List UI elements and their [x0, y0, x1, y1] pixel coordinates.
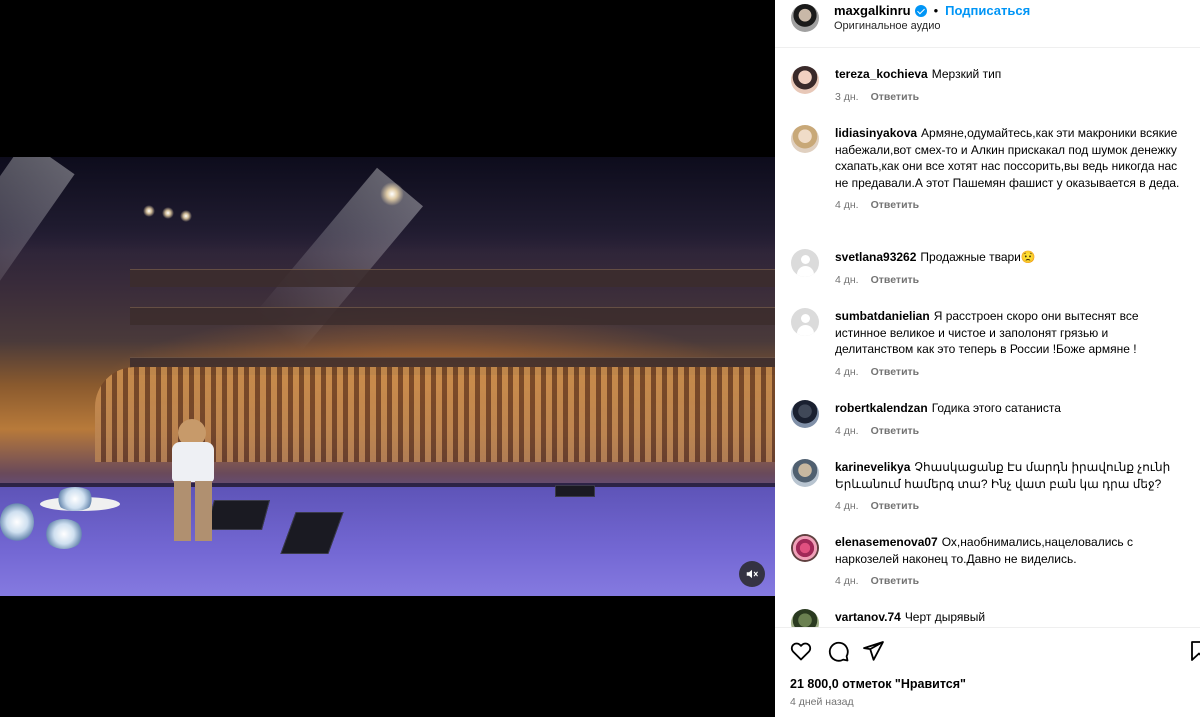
commenter-avatar[interactable]: [791, 534, 819, 562]
commenter-avatar[interactable]: [791, 66, 819, 94]
commenter-avatar[interactable]: [791, 125, 819, 153]
post-actions: 21 800,0 отметок "Нравится" 4 дней назад: [775, 627, 1200, 717]
comment-time[interactable]: 4 дн.: [835, 274, 859, 286]
post-header: maxgalkinru • Подписаться Оригинальное а…: [775, 0, 1200, 48]
reply-button[interactable]: Ответить: [871, 366, 920, 378]
author-username[interactable]: maxgalkinru: [834, 3, 911, 18]
video-frame-performer-body: [172, 442, 214, 482]
comment-meta: 4 дн. Ответить: [835, 197, 1185, 214]
comment-icon[interactable]: [826, 639, 850, 663]
comment-text: Продажные твари😟: [920, 250, 1036, 264]
video-frame-spotlight: [143, 205, 155, 217]
comment-body: tereza_kochieva Мерзкий тип 3 дн. Ответить: [835, 66, 1185, 105]
reply-button[interactable]: Ответить: [871, 91, 920, 103]
comment-meta: 4 дн. Ответить: [835, 272, 1185, 289]
comment-text: Черт дырявый: [904, 610, 986, 624]
author-line: maxgalkinru • Подписаться: [834, 3, 1030, 18]
audio-label[interactable]: Оригинальное аудио: [834, 20, 941, 32]
commenter-avatar[interactable]: [791, 308, 819, 336]
commenter-username[interactable]: vartanov.74: [835, 610, 901, 624]
comment-meta: 4 дн. Ответить: [835, 573, 1185, 590]
commenter-username[interactable]: elenasemenova07: [835, 535, 938, 549]
comment-meta: 3 дн. Ответить: [835, 89, 1185, 106]
comment-meta: 4 дн. Ответить: [835, 364, 1185, 381]
reply-button[interactable]: Ответить: [871, 500, 920, 512]
comment-text: Мерзкий тип: [931, 67, 1002, 81]
video-frame-spotlight: [162, 207, 174, 219]
author-avatar[interactable]: [791, 4, 819, 32]
comment-meta: 4 дн. Ответить: [835, 423, 1185, 440]
comment-body: lidiasinyakova Армяне,одумайтесь,как эти …: [835, 125, 1185, 214]
commenter-username[interactable]: svetlana93262: [835, 250, 916, 264]
post-time[interactable]: 4 дней назад: [790, 696, 854, 708]
commenter-username[interactable]: lidiasinyakova: [835, 126, 917, 140]
muted-speaker-icon: [746, 569, 758, 579]
commenter-avatar[interactable]: [791, 609, 819, 627]
video-frame-flowers: [0, 502, 34, 542]
video-frame-balcony: [130, 307, 775, 325]
video-frame-balcony: [130, 269, 775, 287]
comments-list[interactable]: tereza_kochieva Мерзкий тип 3 дн. Ответить…: [775, 49, 1200, 627]
comment-time[interactable]: 4 дн.: [835, 199, 859, 211]
comment-time[interactable]: 4 дн.: [835, 575, 859, 587]
comment-time[interactable]: 4 дн.: [835, 425, 859, 437]
comment-body: robertkalendzan Годика этого сатаниста 4 …: [835, 400, 1185, 439]
comment-time[interactable]: 4 дн.: [835, 366, 859, 378]
commenter-username[interactable]: tereza_kochieva: [835, 67, 928, 81]
verified-badge-icon: [914, 4, 927, 17]
video-frame-performer-legs: [174, 481, 212, 541]
video-frame-stage-monitor: [205, 500, 271, 530]
comment-time[interactable]: 4 дн.: [835, 500, 859, 512]
bookmark-icon[interactable]: [1187, 639, 1200, 663]
share-icon[interactable]: [861, 639, 885, 663]
post-media: [0, 0, 775, 717]
comment-body: svetlana93262 Продажные твари😟 4 дн. Ответ…: [835, 249, 1185, 288]
mute-button[interactable]: [739, 561, 765, 587]
video-frame-stage-monitor: [555, 485, 595, 497]
commenter-avatar[interactable]: [791, 249, 819, 277]
video-frame-flowers: [44, 519, 84, 549]
video-frame-spotlight: [380, 182, 404, 206]
video-player[interactable]: [0, 157, 775, 596]
comment-body: vartanov.74 Черт дырявый: [835, 609, 1185, 626]
post-sidebar: maxgalkinru • Подписаться Оригинальное а…: [775, 0, 1200, 717]
comment-body: sumbatdanielian Я расстроен скоро они выт…: [835, 308, 1185, 380]
commenter-username[interactable]: sumbatdanielian: [835, 309, 930, 323]
commenter-avatar[interactable]: [791, 400, 819, 428]
reply-button[interactable]: Ответить: [871, 425, 920, 437]
heart-icon[interactable]: [789, 639, 813, 663]
commenter-username[interactable]: robertkalendzan: [835, 401, 928, 415]
reply-button[interactable]: Ответить: [871, 199, 920, 211]
follow-button[interactable]: Подписаться: [945, 3, 1030, 18]
reply-button[interactable]: Ответить: [871, 575, 920, 587]
video-frame-flowers: [55, 487, 95, 511]
commenter-username[interactable]: karinevelikya: [835, 460, 910, 474]
likes-count[interactable]: 21 800,0 отметок "Нравится": [790, 677, 966, 691]
reply-button[interactable]: Ответить: [871, 274, 920, 286]
comment-body: karinevelikya Չհասկացանք Էս մարդն իրավուն…: [835, 459, 1185, 515]
video-frame-spotlight: [180, 210, 192, 222]
comment-body: elenasemenova07 Ох,наобнимались,нацеловал…: [835, 534, 1185, 590]
comment-meta: 4 дн. Ответить: [835, 498, 1185, 515]
commenter-avatar[interactable]: [791, 459, 819, 487]
comment-time[interactable]: 3 дн.: [835, 91, 859, 103]
separator-dot: •: [933, 3, 939, 18]
comment-text: Годика этого сатаниста: [931, 401, 1061, 415]
